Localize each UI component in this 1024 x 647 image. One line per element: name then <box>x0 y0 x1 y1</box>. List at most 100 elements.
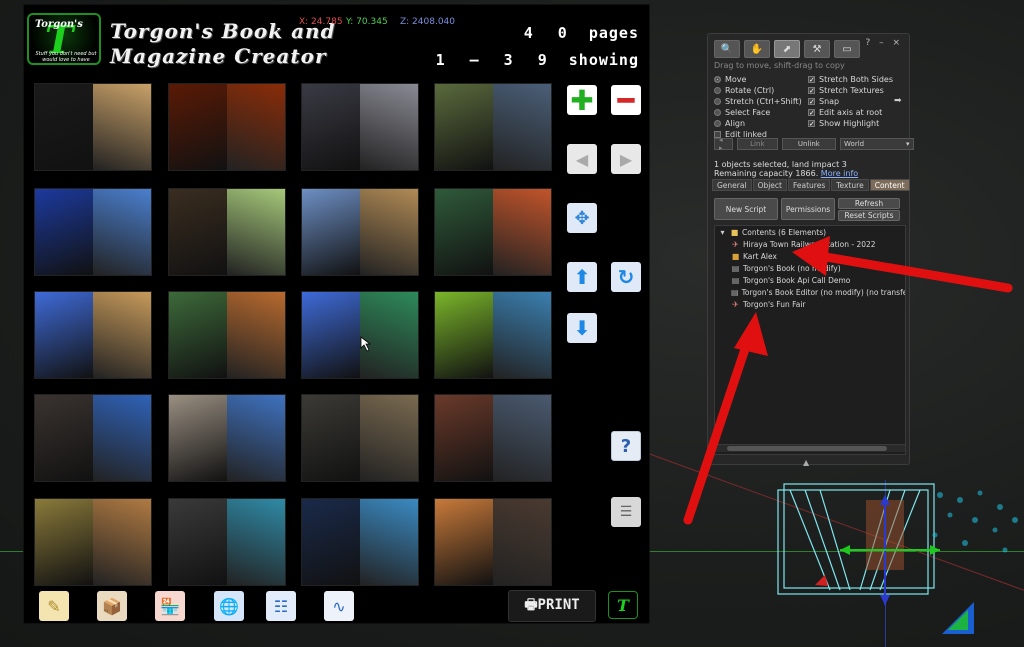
page-thumbnail[interactable] <box>434 188 552 276</box>
torgons-logo[interactable]: T Torgon's Stuff you don't need but woul… <box>27 13 101 65</box>
help-button[interactable]: ? <box>611 431 641 461</box>
collapse-icon[interactable]: ▲ <box>803 458 809 467</box>
move-up-button[interactable]: ⬆ <box>567 262 597 292</box>
radio-button[interactable] <box>714 76 721 83</box>
thumbnail-left-page <box>302 189 360 275</box>
radio-button[interactable] <box>714 109 721 116</box>
package-icon[interactable]: 📦 <box>97 591 127 621</box>
next-page-button[interactable]: ▶ <box>611 144 641 174</box>
page-thumbnail[interactable] <box>434 291 552 379</box>
list-view-icon[interactable]: ☷ <box>266 591 296 621</box>
radio-button[interactable] <box>714 98 721 105</box>
remove-page-button[interactable]: ━ <box>611 84 641 117</box>
arrow-right-icon[interactable]: ➡ <box>894 96 902 106</box>
radio-button[interactable] <box>714 120 721 127</box>
create-tool-icon[interactable]: ⚒ <box>804 40 830 58</box>
contents-item[interactable]: ✈ Hiraya Town Railway Station - 2022 <box>715 238 905 250</box>
edit-checkbox-option[interactable]: Stretch Both Sides <box>808 74 893 85</box>
tab-general[interactable]: General <box>712 179 752 191</box>
contents-item[interactable]: ▤ Torgon's Book (no modify) <box>715 262 905 274</box>
wave-icon[interactable]: ∿ <box>324 591 354 621</box>
edit-mode-option[interactable]: Rotate (Ctrl) <box>714 85 802 96</box>
list-button[interactable]: ☰ <box>611 497 641 527</box>
expand-icon[interactable]: ✥ <box>567 203 597 233</box>
page-thumbnail[interactable] <box>34 291 152 379</box>
reset-scripts-button[interactable]: Reset Scripts <box>838 210 900 221</box>
checkbox[interactable] <box>808 109 815 116</box>
tab-content[interactable]: Content <box>869 179 910 191</box>
page-thumbnail[interactable] <box>434 83 552 171</box>
thumbnail-left-page <box>302 292 360 378</box>
page-thumbnail[interactable] <box>434 498 552 586</box>
page-thumbnail[interactable] <box>168 291 286 379</box>
page-thumbnail[interactable] <box>168 188 286 276</box>
expand-arrow-icon: ▾ <box>720 227 725 237</box>
object-contents-list[interactable]: ▾ ■ Contents (6 Elements) ✈ Hiraya Town R… <box>714 225 906 455</box>
checkbox[interactable] <box>808 98 815 105</box>
book-object-3d[interactable] <box>770 480 940 610</box>
thumbnail-right-page <box>493 189 551 275</box>
page-thumbnail[interactable] <box>301 83 419 171</box>
tab-features[interactable]: Features <box>788 179 831 191</box>
globe-icon[interactable]: 🌐 <box>214 591 244 621</box>
edit-mode-option[interactable]: Select Face <box>714 107 802 118</box>
land-tool-icon[interactable]: ▭ <box>834 40 860 58</box>
edit-mode-option[interactable]: Stretch (Ctrl+Shift) <box>714 96 802 107</box>
chevron-down-icon: ▾ <box>906 140 910 148</box>
edit-checkbox-option[interactable]: Stretch Textures <box>808 85 893 96</box>
pages-count: 4 0 pages <box>524 24 639 42</box>
contents-item[interactable]: ▤ Torgon's Book Editor (no modify) (no tr… <box>715 286 905 298</box>
focus-tool-icon[interactable]: 🔍 <box>714 40 740 58</box>
pages-number: 4 0 <box>523 24 575 42</box>
page-thumbnail[interactable] <box>34 498 152 586</box>
checkbox[interactable] <box>808 120 815 127</box>
radio-button[interactable] <box>714 87 721 94</box>
page-thumbnail[interactable] <box>34 394 152 482</box>
grab-tool-icon[interactable]: ✋ <box>744 40 770 58</box>
thumbnail-right-page <box>360 499 418 585</box>
contents-item[interactable]: ▤ Torgon's Book Api Call Demo <box>715 274 905 286</box>
edit-checkbox-option[interactable]: Snap <box>808 96 893 107</box>
page-thumbnail[interactable] <box>434 394 552 482</box>
page-thumbnail[interactable] <box>301 291 419 379</box>
page-thumbnail[interactable] <box>34 188 152 276</box>
page-thumbnail[interactable] <box>168 83 286 171</box>
edit-checkbox-option[interactable]: Edit axis at root <box>808 107 893 118</box>
edit-mode-option[interactable]: Align <box>714 118 802 129</box>
contents-item[interactable]: ✈ Torgon's Fun Fair <box>715 298 905 310</box>
move-down-button[interactable]: ⬇ <box>567 313 597 343</box>
refresh-button[interactable]: Refresh <box>838 198 900 209</box>
edit-mode-option[interactable]: Move <box>714 74 802 85</box>
checkbox[interactable] <box>808 76 815 83</box>
page-thumbnail[interactable] <box>168 498 286 586</box>
edit-tool-icon[interactable]: ⬈ <box>774 40 800 58</box>
permissions-button[interactable]: Permissions <box>781 198 835 220</box>
tab-object[interactable]: Object <box>752 179 787 191</box>
rotate-button[interactable]: ↻ <box>611 262 641 292</box>
store-icon[interactable]: 🏪 <box>155 591 185 621</box>
contents-folder[interactable]: ▾ ■ Contents (6 Elements) <box>715 226 905 238</box>
link-button[interactable]: Link <box>736 138 778 150</box>
tab-texture[interactable]: Texture <box>831 179 869 191</box>
checkbox[interactable] <box>808 87 815 94</box>
page-thumbnail[interactable] <box>34 83 152 171</box>
ruler-mode-select[interactable]: World ▾ <box>840 138 914 150</box>
edit-checkbox-option[interactable]: Show Highlight <box>808 118 893 129</box>
more-info-link[interactable]: More info <box>821 169 858 178</box>
page-thumbnail[interactable] <box>301 394 419 482</box>
add-page-button[interactable]: ✚ <box>567 84 597 117</box>
new-script-button[interactable]: New Script <box>714 198 778 220</box>
edit-icon[interactable]: ✎ <box>39 591 69 621</box>
contents-item[interactable]: ■ Kart Alex <box>715 250 905 262</box>
link-arrows-button[interactable]: ◂ ▸ <box>714 136 733 152</box>
mini-logo-icon[interactable]: T <box>608 591 638 619</box>
page-thumbnail[interactable] <box>301 498 419 586</box>
page-thumbnail[interactable] <box>301 188 419 276</box>
scrollbar-thumb[interactable] <box>727 446 887 451</box>
page-thumbnail[interactable] <box>168 394 286 482</box>
window-controls[interactable]: ? – × <box>865 38 903 48</box>
horizontal-scrollbar[interactable] <box>715 444 905 452</box>
print-button[interactable]: 🖶PRINT <box>508 590 596 622</box>
prev-page-button[interactable]: ◀ <box>567 144 597 174</box>
unlink-button[interactable]: Unlink <box>781 138 837 150</box>
